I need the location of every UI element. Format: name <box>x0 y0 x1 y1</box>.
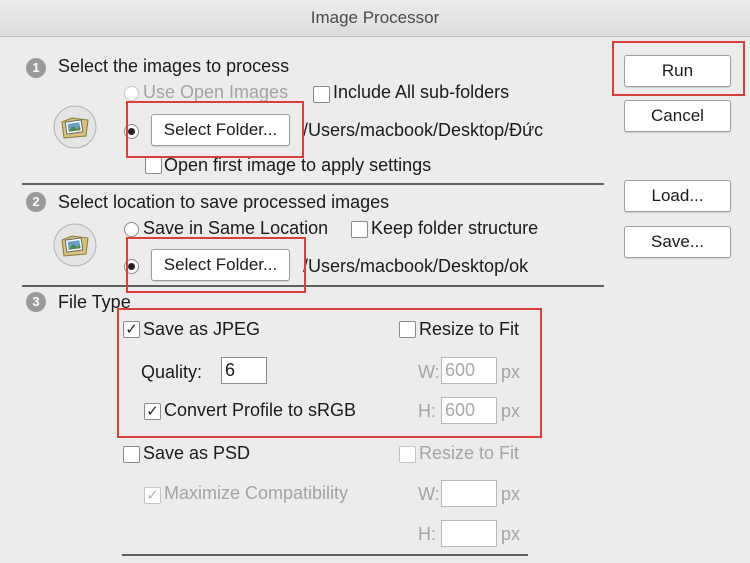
save-same-location-radio[interactable] <box>124 222 139 237</box>
psd-height-label: H: <box>418 524 436 544</box>
source-path: /Users/macbook/Desktop/Đức <box>303 120 544 140</box>
include-subfolders-checkbox[interactable] <box>313 86 330 103</box>
psd-resize-checkbox[interactable] <box>399 446 416 463</box>
psd-width-input[interactable] <box>441 480 497 507</box>
cancel-button[interactable]: Cancel <box>624 100 731 132</box>
use-open-images-radio[interactable] <box>124 86 139 101</box>
section1-heading: Select the images to process <box>58 56 290 76</box>
save-as-psd-checkbox[interactable] <box>123 446 140 463</box>
include-subfolders-label: Include All sub-folders <box>333 82 510 102</box>
psd-width-unit: px <box>501 484 521 504</box>
save-settings-button[interactable]: Save... <box>624 226 731 258</box>
load-button[interactable]: Load... <box>624 180 731 212</box>
open-first-image-checkbox[interactable] <box>145 157 162 174</box>
psd-width-label: W: <box>418 484 440 504</box>
maximize-compat-label: Maximize Compatibility <box>164 483 349 503</box>
highlight-dest-folder <box>126 237 306 293</box>
maximize-compat-checkbox[interactable]: ✓ <box>144 487 161 504</box>
section2-heading: Select location to save processed images <box>58 192 390 212</box>
psd-height-unit: px <box>501 524 521 544</box>
step-3-badge: 3 <box>26 292 46 312</box>
section-divider <box>22 285 604 287</box>
step-1-badge: 1 <box>26 58 46 78</box>
psd-resize-label: Resize to Fit <box>419 443 520 463</box>
folder-with-photo-icon <box>53 105 97 149</box>
highlight-jpeg-options <box>117 308 542 438</box>
step-2-badge: 2 <box>26 192 46 212</box>
keep-folder-structure-checkbox[interactable] <box>351 221 368 238</box>
section-divider <box>22 183 604 185</box>
section-divider <box>122 554 528 556</box>
highlight-source-folder <box>126 101 304 158</box>
psd-height-input[interactable] <box>441 520 497 547</box>
window-title: Image Processor <box>0 0 750 37</box>
keep-folder-structure-label: Keep folder structure <box>371 218 539 238</box>
highlight-run-button <box>612 41 745 96</box>
use-open-images-label: Use Open Images <box>143 82 289 102</box>
open-first-image-label: Open first image to apply settings <box>164 155 432 175</box>
folder-with-photo-icon <box>53 223 97 267</box>
save-as-psd-label: Save as PSD <box>143 443 251 463</box>
dest-path: /Users/macbook/Desktop/ok <box>303 256 529 276</box>
save-same-location-label: Save in Same Location <box>143 218 329 238</box>
